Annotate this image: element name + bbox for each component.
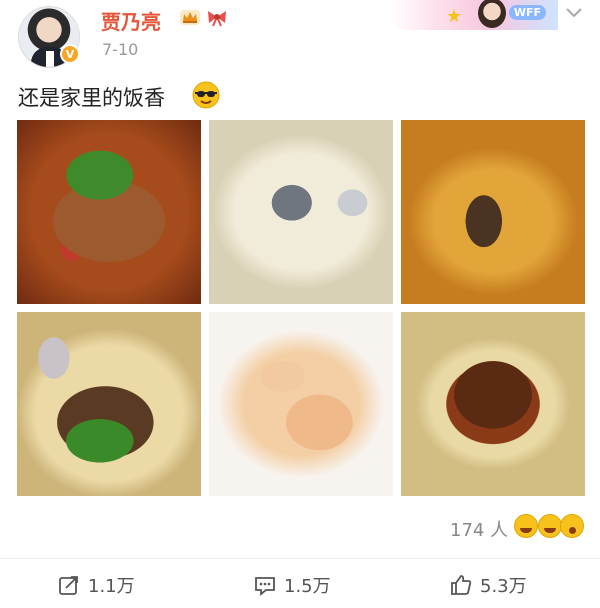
reaction-count[interactable]: 174 人: [450, 516, 508, 542]
chevron-down-icon[interactable]: [564, 6, 584, 20]
comment-button[interactable]: 1.5万: [254, 572, 331, 598]
comment-icon: [255, 577, 275, 596]
post-time: 7-10: [102, 40, 139, 59]
bow-icon: [208, 11, 226, 27]
verified-badge: V: [60, 44, 80, 64]
crown-icon: [180, 10, 200, 25]
like-count: 5.3万: [480, 576, 527, 597]
decorative-banner: ★ WFF: [390, 0, 558, 30]
star-icon: ★: [446, 6, 463, 27]
sunglasses-emoji: [192, 81, 220, 109]
avatar-shirt: [46, 51, 54, 67]
divider: [0, 558, 600, 559]
photo-2[interactable]: [209, 120, 393, 304]
photo-3[interactable]: [401, 120, 585, 304]
username[interactable]: 贾乃亮: [101, 6, 161, 35]
comment-count: 1.5万: [284, 576, 331, 597]
repost-count: 1.1万: [88, 576, 135, 597]
like-icon: [451, 575, 472, 595]
photo-5[interactable]: [209, 312, 393, 496]
photo-6[interactable]: [401, 312, 585, 496]
surprised-emoji-icon: [560, 514, 584, 538]
banner-tag: WFF: [508, 5, 546, 20]
like-button[interactable]: 5.3万: [450, 572, 527, 598]
repost-button[interactable]: 1.1万: [58, 572, 135, 598]
laugh-emoji-icon: [514, 514, 538, 538]
photo-1[interactable]: [17, 120, 201, 304]
repost-icon: [59, 576, 78, 595]
photo-4[interactable]: [17, 312, 201, 496]
post-text: 还是家里的饭香: [18, 86, 165, 110]
banner-portrait: [478, 0, 506, 28]
wink-emoji-icon: [538, 514, 562, 538]
